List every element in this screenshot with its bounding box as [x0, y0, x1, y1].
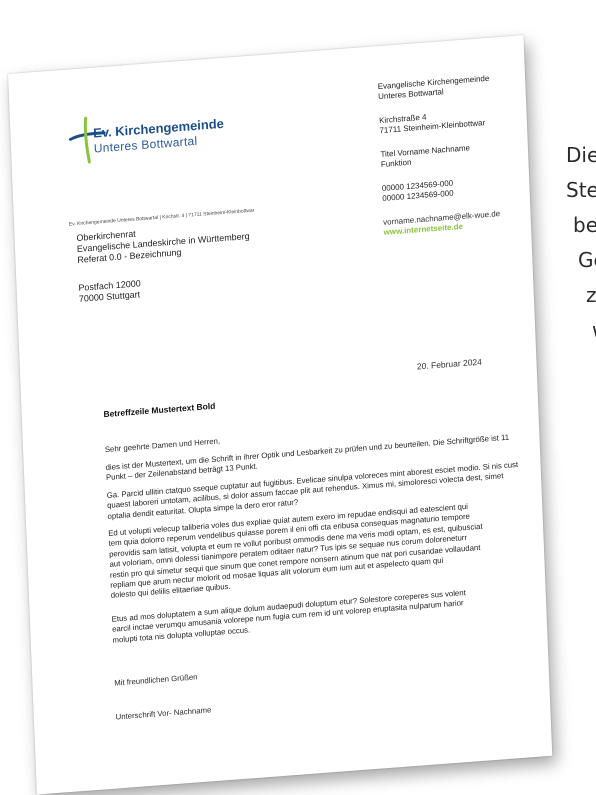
side-caption: Die Ste be Ge zu w d n: [548, 0, 596, 787]
signature: Unterschrift Vor- Nachname: [115, 705, 212, 722]
side-caption-line: Die: [566, 143, 596, 167]
side-caption-line: w: [592, 318, 596, 342]
side-caption-line: zu: [586, 283, 596, 307]
letter-date: 20. Februar 2024: [416, 356, 483, 372]
sender-person: Titel Vorname Nachname Funktion: [380, 143, 470, 170]
sender-street: Kirchstraße 4 71711 Steinheim-Kleinbottw…: [379, 108, 485, 136]
side-caption-line: Ste: [566, 178, 596, 202]
closing: Mit freundlichen Grüßen: [114, 672, 198, 688]
letter-subject: Betreffzeile Mustertext Bold: [103, 400, 216, 420]
side-caption-line: Ge: [578, 248, 596, 272]
sender-org: Evangelische Kirchengemeinde Unteres Bot…: [378, 74, 490, 102]
recipient-address: Oberkirchenrat Evangelische Landeskirche…: [76, 220, 250, 266]
salutation: Sehr geehrte Damen und Herren,: [104, 436, 221, 455]
side-caption-line: be: [573, 213, 596, 237]
sender-phones: 00000 1234569-000 00000 1234569-000: [382, 179, 454, 204]
letter-sheet: Ev. Kirchengemeinde Unteres Bottwartal E…: [8, 35, 553, 795]
recipient-postfach: Postfach 12000 70000 Stuttgart: [78, 278, 141, 305]
